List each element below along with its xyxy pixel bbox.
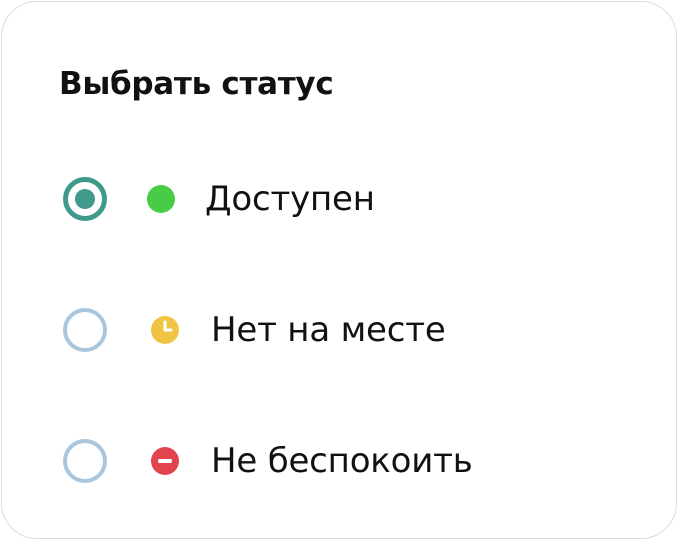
status-label-available: Доступен bbox=[205, 179, 375, 219]
status-option-do-not-disturb[interactable]: Не беспокоить bbox=[57, 429, 637, 493]
clock-icon bbox=[151, 316, 179, 344]
radio-away[interactable] bbox=[63, 308, 107, 352]
status-option-available[interactable]: Доступен bbox=[57, 167, 637, 231]
available-dot-icon bbox=[147, 185, 175, 213]
radio-selected-dot bbox=[75, 189, 95, 209]
do-not-disturb-icon bbox=[151, 447, 179, 475]
status-label-do-not-disturb: Не беспокоить bbox=[211, 441, 473, 481]
status-label-away: Нет на месте bbox=[211, 310, 446, 350]
status-option-away[interactable]: Нет на месте bbox=[57, 298, 637, 362]
radio-available[interactable] bbox=[63, 177, 107, 221]
panel-title: Выбрать статус bbox=[59, 66, 334, 102]
radio-do-not-disturb[interactable] bbox=[63, 439, 107, 483]
status-panel: Выбрать статус Доступен Нет на месте Не … bbox=[1, 1, 677, 539]
